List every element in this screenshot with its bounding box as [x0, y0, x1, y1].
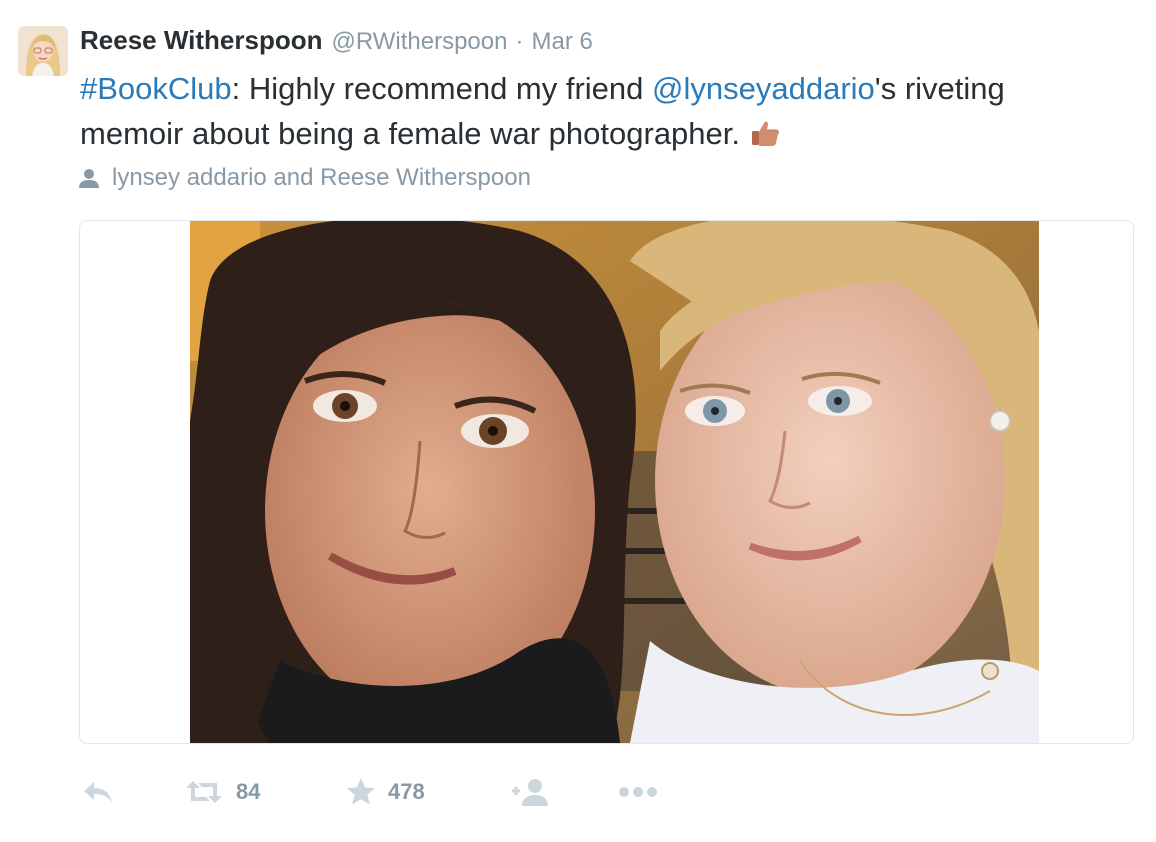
follow-button[interactable]: [510, 770, 550, 814]
favorite-count: 478: [388, 779, 425, 804]
retweet-count: 84: [236, 779, 261, 804]
hashtag-link[interactable]: #BookClub: [80, 71, 232, 106]
favorite-button[interactable]: 478: [346, 770, 425, 814]
more-button[interactable]: [618, 770, 658, 814]
avatar[interactable]: [18, 26, 68, 76]
tweet-header: Reese Witherspoon @RWitherspoon · Mar 6: [80, 25, 593, 59]
tweet-text: #BookClub: Highly recommend my friend @l…: [80, 66, 1100, 156]
star-icon: [346, 777, 376, 807]
tagged-users: lynsey addario and Reese Witherspoon: [78, 164, 531, 192]
mention-link[interactable]: @lynseyaddario: [652, 71, 875, 106]
more-dots-icon: [618, 786, 658, 798]
author-username[interactable]: @RWitherspoon: [331, 28, 507, 56]
retweet-icon: [184, 780, 224, 804]
retweet-button[interactable]: 84: [184, 770, 260, 814]
add-person-icon: [510, 777, 550, 807]
reply-icon: [82, 780, 114, 804]
thumbs-up-emoji-icon: [750, 115, 780, 146]
tagged-names-link[interactable]: lynsey addario and Reese Witherspoon: [112, 164, 531, 192]
selfie-photo: [190, 221, 1039, 743]
media-photo-container[interactable]: [79, 220, 1134, 744]
tweet-text-part1: : Highly recommend my friend: [231, 71, 653, 106]
profile-photo-icon: [18, 26, 68, 76]
reply-button[interactable]: [82, 770, 114, 814]
tweet-timestamp[interactable]: Mar 6: [531, 28, 592, 56]
person-icon: [78, 167, 100, 189]
separator-dot: ·: [515, 28, 524, 55]
author-fullname[interactable]: Reese Witherspoon: [80, 25, 322, 56]
tweet-actions: 84 478: [80, 770, 780, 814]
